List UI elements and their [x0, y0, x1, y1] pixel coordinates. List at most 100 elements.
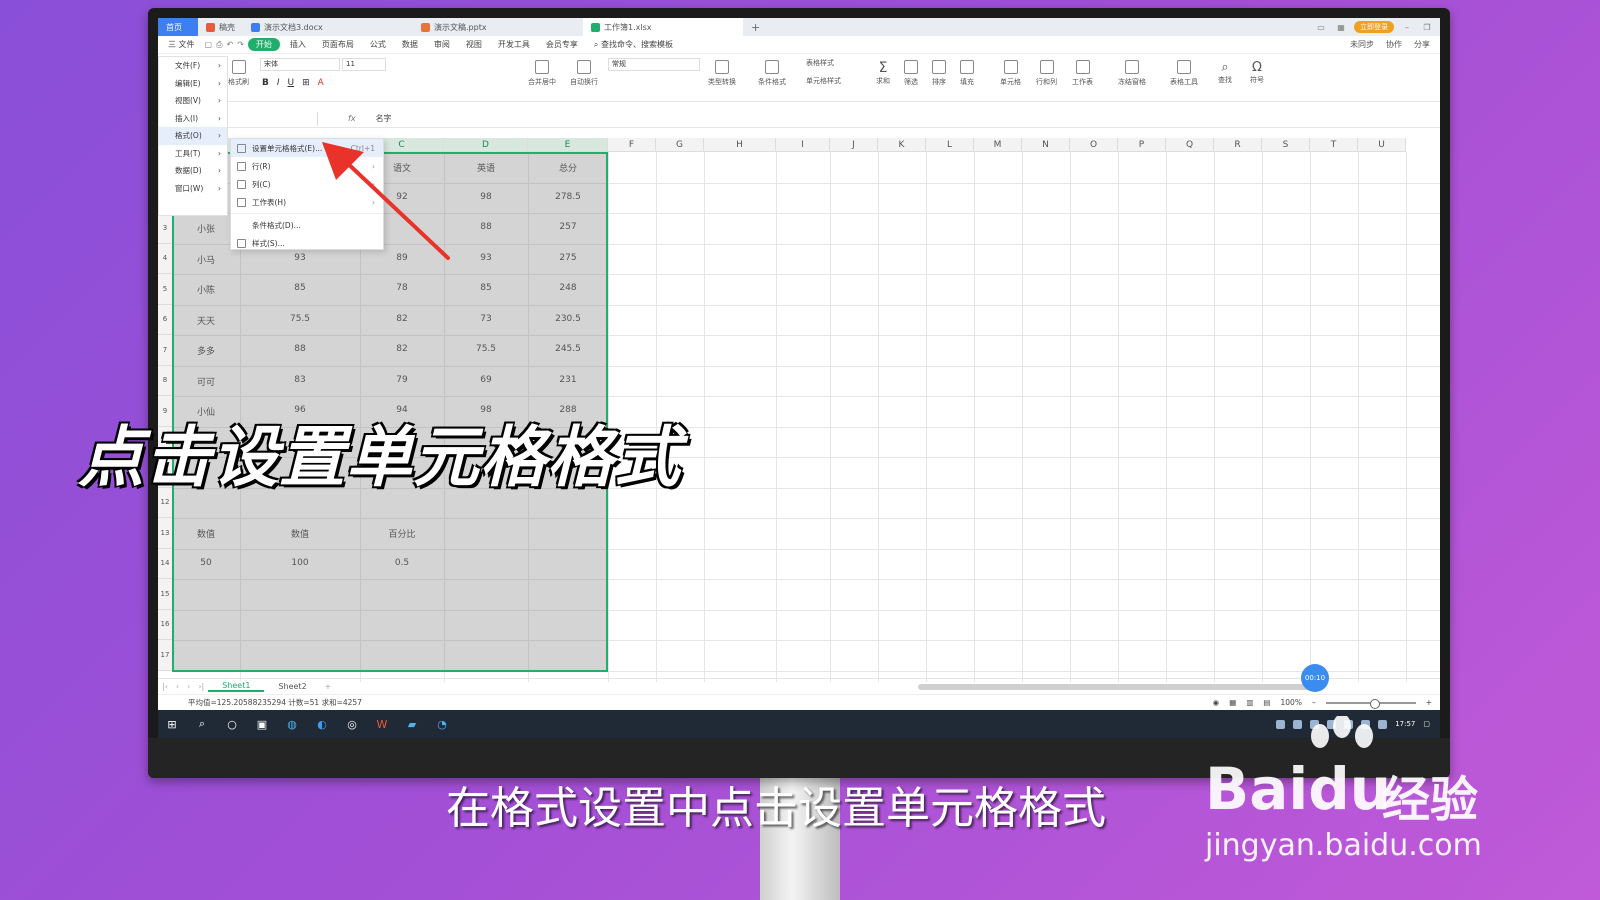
- row-header-6[interactable]: 6: [158, 304, 172, 335]
- font-color-icon[interactable]: A: [318, 78, 324, 88]
- menu-file[interactable]: 文件(F) ›: [159, 57, 227, 75]
- menu-view[interactable]: 视图(V) ›: [159, 92, 227, 110]
- column-header-q[interactable]: Q: [1166, 138, 1214, 152]
- sum-button[interactable]: Σ 求和: [876, 60, 890, 86]
- freeze-panes-button[interactable]: 冻结窗格: [1118, 60, 1146, 87]
- cell[interactable]: 75.5: [240, 314, 360, 324]
- clock[interactable]: 17:57: [1395, 720, 1415, 728]
- name-box[interactable]: [228, 111, 318, 126]
- search-icon[interactable]: ⌕: [194, 716, 210, 732]
- type-convert-button[interactable]: 类型转换: [708, 60, 736, 87]
- conditional-format-button[interactable]: 条件格式: [758, 60, 786, 87]
- zoom-slider[interactable]: [1325, 698, 1416, 709]
- column-header-g[interactable]: G: [656, 138, 704, 152]
- column-header-t[interactable]: T: [1310, 138, 1358, 152]
- cell[interactable]: 73: [444, 314, 528, 324]
- cell-button[interactable]: 单元格: [1000, 60, 1021, 87]
- sheet-tab-1[interactable]: Sheet1: [208, 681, 265, 692]
- column-header-j[interactable]: J: [830, 138, 878, 152]
- cell[interactable]: 多多: [172, 344, 240, 357]
- row-header-7[interactable]: 7: [158, 335, 172, 366]
- page-break-icon[interactable]: ▤: [1263, 698, 1270, 707]
- table-style-button[interactable]: 表格样式 单元格样式: [806, 58, 841, 86]
- cell[interactable]: 257: [528, 222, 608, 232]
- font-select[interactable]: 宋体: [260, 58, 340, 71]
- cell[interactable]: 78: [360, 283, 444, 293]
- horizontal-scrollbar[interactable]: [918, 684, 1318, 690]
- menu-insert[interactable]: 插入(I) ›: [159, 110, 227, 128]
- page-layout-icon[interactable]: ▥: [1246, 698, 1253, 707]
- tab-doc[interactable]: 稿壳: [198, 18, 243, 36]
- table-tools-button[interactable]: 表格工具: [1170, 60, 1198, 87]
- font-size-select[interactable]: 11: [342, 58, 386, 71]
- collab-button[interactable]: 协作: [1386, 39, 1402, 50]
- format-painter-button[interactable]: 格式刷: [228, 60, 249, 87]
- cell[interactable]: 天天: [172, 314, 240, 327]
- underline-button[interactable]: U: [288, 78, 295, 88]
- print-icon[interactable]: ⎙: [216, 40, 222, 50]
- bold-button[interactable]: B: [262, 78, 269, 88]
- column-header-l[interactable]: L: [926, 138, 974, 152]
- cell[interactable]: 231: [528, 375, 608, 385]
- menu-window[interactable]: 窗口(W) ›: [159, 180, 227, 198]
- tab-doc[interactable]: 演示文档3.docx: [243, 18, 413, 36]
- find-button[interactable]: ⌕ 查找: [1218, 60, 1232, 85]
- new-tab-button[interactable]: +: [751, 21, 760, 34]
- wps-icon[interactable]: W: [374, 716, 390, 732]
- cell[interactable]: 88: [240, 344, 360, 354]
- column-header-f[interactable]: F: [608, 138, 656, 152]
- column-header-p[interactable]: P: [1118, 138, 1166, 152]
- cell[interactable]: 数值: [240, 527, 360, 540]
- sheet-nav-next-icon[interactable]: ›: [183, 682, 194, 691]
- file-menu[interactable]: 三 文件: [162, 39, 201, 50]
- symbol-button[interactable]: Ω 符号: [1250, 60, 1264, 85]
- zoom-out-button[interactable]: –: [1312, 698, 1316, 707]
- tab-home[interactable]: 首页: [158, 18, 198, 36]
- task-view-icon[interactable]: ▣: [254, 716, 270, 732]
- tab-start[interactable]: 开始: [247, 38, 280, 51]
- add-sheet-button[interactable]: +: [321, 682, 336, 691]
- cell[interactable]: 82: [360, 344, 444, 354]
- cell[interactable]: 100: [240, 558, 360, 568]
- tab-workbook[interactable]: 工作簿1.xlsx: [583, 18, 743, 36]
- cell[interactable]: 82: [360, 314, 444, 324]
- redo-icon[interactable]: ↷: [237, 40, 244, 50]
- border-icon[interactable]: ⊞: [302, 78, 310, 88]
- number-format-select[interactable]: 常规: [608, 58, 700, 71]
- layout-icon[interactable]: ▭: [1314, 23, 1328, 32]
- column-header-h[interactable]: H: [704, 138, 776, 152]
- cell[interactable]: 小陈: [172, 283, 240, 296]
- cell[interactable]: 85: [240, 283, 360, 293]
- column-header-i[interactable]: I: [776, 138, 830, 152]
- cell[interactable]: 可可: [172, 375, 240, 388]
- cell[interactable]: 275: [528, 253, 608, 263]
- tab-review[interactable]: 审阅: [428, 39, 456, 50]
- cell[interactable]: 50: [172, 558, 240, 568]
- sheet-nav-first-icon[interactable]: |‹: [158, 682, 172, 691]
- browser-icon[interactable]: ◍: [284, 716, 300, 732]
- column-header-o[interactable]: O: [1070, 138, 1118, 152]
- menu-tools[interactable]: 工具(T) ›: [159, 145, 227, 163]
- minimize-button[interactable]: –: [1400, 23, 1414, 32]
- cell[interactable]: 75.5: [444, 344, 528, 354]
- login-button[interactable]: 立即登录: [1354, 21, 1394, 33]
- sheet-nav-prev-icon[interactable]: ‹: [172, 682, 183, 691]
- cell[interactable]: 79: [360, 375, 444, 385]
- cell[interactable]: 百分比: [360, 527, 444, 540]
- filter-button[interactable]: 筛选: [904, 60, 918, 87]
- tab-formula[interactable]: 公式: [364, 39, 392, 50]
- cell[interactable]: 278.5: [528, 192, 608, 202]
- fx-icon[interactable]: fx: [348, 114, 356, 123]
- cell[interactable]: 总分: [528, 161, 608, 174]
- cortana-icon[interactable]: ○: [224, 716, 240, 732]
- column-header-m[interactable]: M: [974, 138, 1022, 152]
- column-header-n[interactable]: N: [1022, 138, 1070, 152]
- row-header-13[interactable]: 13: [158, 518, 172, 549]
- row-header-14[interactable]: 14: [158, 548, 172, 579]
- save-icon[interactable]: ▢: [205, 40, 213, 50]
- app-icon[interactable]: ◔: [434, 716, 450, 732]
- cell[interactable]: 数值: [172, 527, 240, 540]
- sheet-nav-last-icon[interactable]: ›|: [194, 682, 208, 691]
- wrap-text-button[interactable]: 自动换行: [570, 60, 598, 87]
- row-header-8[interactable]: 8: [158, 365, 172, 396]
